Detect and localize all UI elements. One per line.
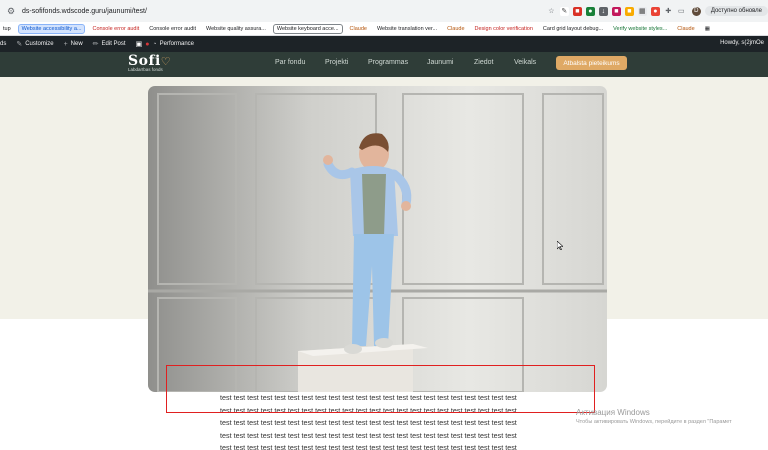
wp-site-label: ds [0,41,7,47]
wp-edit-post[interactable]: ✏ Edit Post [93,40,126,48]
pen-extension-icon[interactable]: ✎ [559,6,569,16]
wp-edit-label: Edit Post [101,41,126,47]
wp-new[interactable]: + New [64,41,83,48]
bookmark-item[interactable]: Website quality assura... [203,25,269,33]
bookmark-item[interactable]: Verify website styles... [610,25,670,33]
wp-customize-label: Customize [25,41,54,47]
plus-icon: + [63,40,68,48]
status-dot-icon: ● [145,40,150,48]
grid-extension-icon[interactable]: ▦ [637,6,647,16]
performance-icon: ◔ [152,40,157,48]
bookmark-item[interactable]: Website translation ver... [374,25,440,33]
profile-avatar[interactable]: D [691,6,701,16]
extensions-area: ☆ ✎ ■ ● ↓ ■ ■ ▦ ● ✚ ▭ [547,6,686,16]
windows-activation-watermark: Активация Windows Чтобы активировать Win… [576,408,732,425]
bookmark-item[interactable]: Claude [347,25,370,33]
wp-performance-label: Performance [159,41,195,47]
content-line: test test test test test test test test … [220,443,517,450]
shield-extension-icon[interactable]: ● [585,6,595,16]
yellow-extension-icon[interactable]: ■ [624,6,634,16]
star-icon[interactable]: ☆ [547,7,556,16]
wp-customize[interactable]: ✎ Customize [16,40,53,48]
nav-programmas[interactable]: Programmas [368,59,408,66]
sidebar-icon[interactable]: ▭ [677,7,686,16]
bookmark-item[interactable]: Claude [444,25,467,33]
wp-site-link[interactable]: ds [0,41,6,47]
pencil-icon: ✏ [92,41,99,48]
content-line: test test test test test test test test … [220,430,517,440]
support-application-button[interactable]: Atbalsta pieteikums [556,56,627,70]
bookmarks-bar: tup Website accessibility a... Console e… [0,22,768,36]
pink-extension-icon[interactable]: ■ [611,6,621,16]
yoast-icon: ▣ [135,41,143,48]
bookmark-item[interactable]: Website keyboard acce... [272,23,343,34]
update-button[interactable]: Доступно обновле [704,6,768,16]
bookmark-item[interactable]: Console error audit [146,25,199,33]
bookmark-item[interactable]: Website accessibility a... [17,23,86,34]
download-extension-icon[interactable]: ↓ [598,6,608,16]
bookmark-item[interactable]: Console error audit [89,25,142,33]
bookmark-item[interactable]: Design color verification [472,25,536,33]
browser-toolbar: ⚙ ds-sofifonds.wdscode.guru/jaunumi/test… [0,0,768,22]
apps-grid-icon[interactable]: ▦ [702,25,713,33]
highlight-annotation [166,365,595,413]
mouse-cursor-icon [557,241,563,250]
nav-par-fondu[interactable]: Par fondu [275,59,305,66]
bookmark-item[interactable]: Claude [674,25,697,33]
watermark-title: Активация Windows [576,408,650,417]
nav-projekti[interactable]: Projekti [325,59,348,66]
nav-veikals[interactable]: Veikals [514,59,536,66]
brush-icon: ✎ [16,41,23,48]
nav-ziedot[interactable]: Ziedot [474,59,493,66]
content-line: test test test test test test test test … [220,418,517,427]
wp-new-label: New [70,41,83,47]
puzzle-icon[interactable]: ✚ [664,7,673,16]
color-extension-icon[interactable]: ● [650,6,660,16]
bookmark-item[interactable]: tup [0,25,14,33]
site-header: Sofi♡ Labdarības fonds Par fondu Projekt… [0,52,768,77]
wp-admin-bar: ds ✎ Customize + New ✏ Edit Post ▣ ● ◔ Perf… [0,36,768,52]
wp-howdy[interactable]: Howdy, s(2jmOe [720,40,764,46]
wp-performance[interactable]: ▣ ● ◔ Performance [135,40,195,49]
address-bar[interactable]: ds-sofifonds.wdscode.guru/jaunumi/test/ [22,8,547,15]
bookmark-item[interactable]: Card grid layout debug... [540,25,606,33]
hero-photo [148,86,607,392]
watermark-subtitle: Чтобы активировать Windows, перейдите в … [576,419,732,425]
site-info-icon[interactable]: ⚙ [4,4,18,18]
nav-jaunumi[interactable]: Jaunumi [427,59,453,66]
site-logo[interactable]: Sofi♡ Labdarības fonds [128,53,171,72]
red-extension-icon[interactable]: ■ [572,6,582,16]
